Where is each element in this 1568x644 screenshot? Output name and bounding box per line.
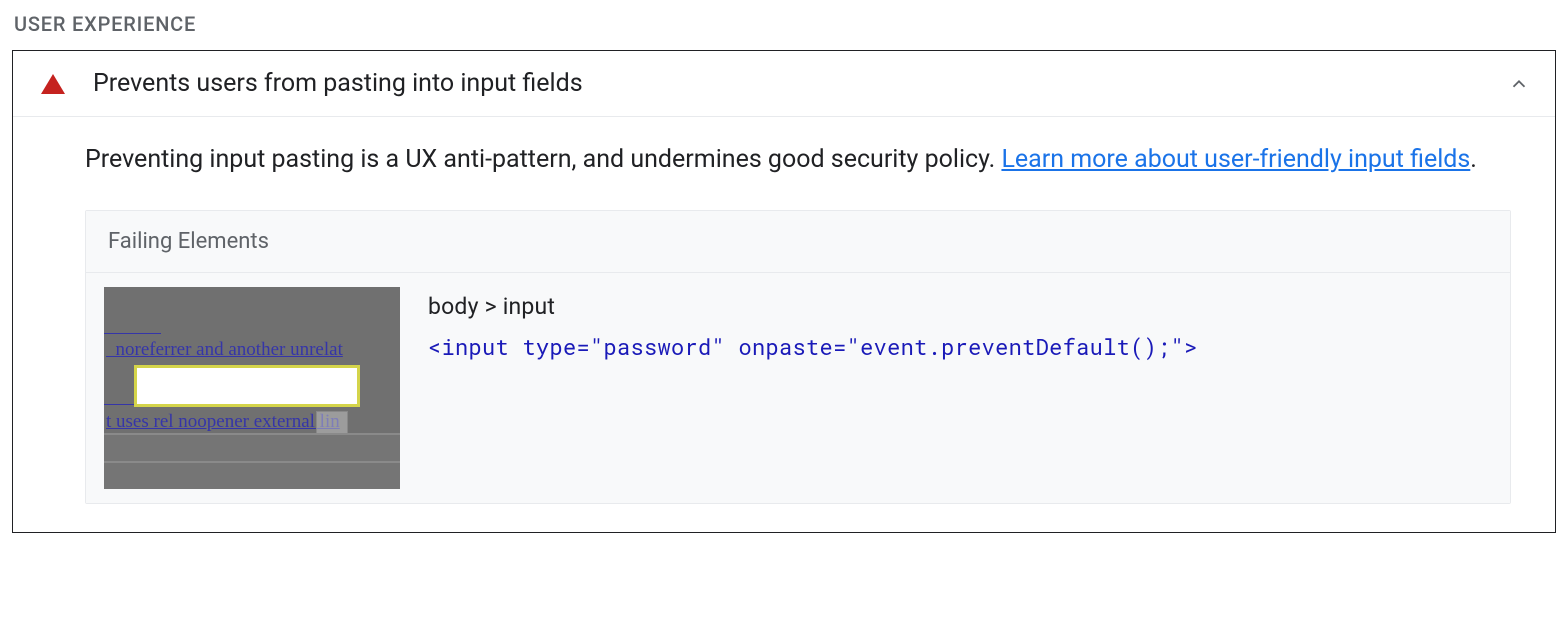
audit-description: Preventing input pasting is a UX anti-pa… xyxy=(85,141,1511,180)
learn-more-link[interactable]: Learn more about user-friendly input fie… xyxy=(1001,145,1470,174)
failing-elements-header: Failing Elements xyxy=(86,211,1510,273)
node-info: body > input <input type="password" onpa… xyxy=(428,287,1492,361)
table-row: noreferrer and another unrelat t uses re… xyxy=(86,273,1510,503)
warning-triangle-icon xyxy=(41,74,65,94)
audit-title: Prevents users from pasting into input f… xyxy=(93,69,1507,98)
node-path: body > input xyxy=(428,293,1492,320)
thumbnail-line: t uses rel noopener external lin xyxy=(104,410,400,434)
element-thumbnail: noreferrer and another unrelat t uses re… xyxy=(104,287,400,489)
audit-body: Preventing input pasting is a UX anti-pa… xyxy=(13,117,1555,532)
highlighted-input-icon xyxy=(134,365,360,407)
chevron-up-icon[interactable] xyxy=(1507,72,1531,96)
node-snippet: <input type="password" onpaste="event.pr… xyxy=(428,332,1492,361)
thumbnail-rows xyxy=(104,433,400,489)
thumbnail-line: noreferrer and another unrelat xyxy=(104,338,400,362)
section-title: USER EXPERIENCE xyxy=(12,12,1556,36)
audit-description-text: Preventing input pasting is a UX anti-pa… xyxy=(85,145,1001,174)
audit-card: Prevents users from pasting into input f… xyxy=(12,50,1556,533)
failing-elements-table: Failing Elements noreferrer and another … xyxy=(85,210,1511,504)
audit-description-period: . xyxy=(1470,145,1477,174)
audit-header[interactable]: Prevents users from pasting into input f… xyxy=(13,51,1555,117)
